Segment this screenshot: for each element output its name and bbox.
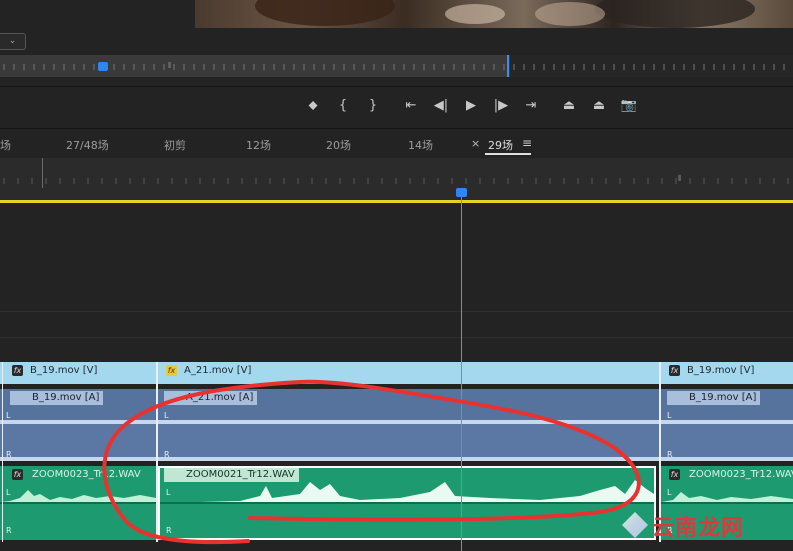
watermark: 云南龙网 [622,508,790,542]
extract-icon: ⏏ [592,97,606,113]
timeline-playhead-handle[interactable] [456,188,467,197]
mark-out-icon: } [368,97,378,113]
tab-sequence[interactable]: 27/48场 [66,137,109,153]
panel-divider [0,128,793,129]
tab-sequence[interactable]: 场 [0,137,11,153]
mark-in-icon: { [338,97,348,113]
monitor-out-point [507,55,509,77]
track-divider [0,311,793,312]
extract-button[interactable]: ⏏ [584,94,614,116]
left-channel-label: L [6,488,11,497]
video-content [535,2,605,26]
left-channel-label: L [667,411,672,420]
audio-waveform [661,420,793,424]
right-channel-label: R [6,450,12,459]
add-marker-button[interactable]: ⬥ [298,94,328,116]
tab-sequence[interactable]: 12场 [246,137,271,153]
play-icon: ▶ [466,97,476,113]
right-channel-label: R [667,450,673,459]
clip-name: A_21.mov [A] [164,391,258,405]
tab-sequence[interactable]: 20场 [326,137,351,153]
lift-icon: ⏏ [562,97,576,113]
play-button[interactable]: ▶ [456,94,486,116]
mark-in-button[interactable]: { [328,94,358,116]
audio-channel-right [0,426,156,461]
mark-out-button[interactable]: } [358,94,388,116]
clip-name: ZOOM0023_Tr12.WAV [689,469,793,480]
camera-icon: 📷 [620,97,638,113]
video-clip[interactable]: fx B_19.mov [V] [661,362,793,384]
edit-point[interactable] [2,362,3,542]
step-forward-icon: |▶ [493,97,509,113]
video-clip[interactable]: fx A_21.mov [V] [158,362,660,384]
audio-channel-right [158,426,659,461]
lift-button[interactable]: ⏏ [554,94,584,116]
audio-waveform [158,457,659,461]
audio-clip[interactable]: fx B_19.mov [A] L R [0,389,156,461]
step-back-icon: ◀| [433,97,449,113]
audio-waveform [0,420,156,424]
right-channel-label: R [166,526,172,535]
audio-waveform [158,420,659,424]
audio-clip[interactable]: fx B_19.mov [A] L R [661,389,793,461]
transport-controls: ⬥ {} ⇤ ◀| ▶ |▶ ⇥ ⏏ ⏏ 📷 [298,94,644,116]
channel-divider [0,502,156,504]
zoom-level-dropdown[interactable]: ⌄ [0,33,26,50]
edit-point[interactable] [156,362,158,542]
timeline-ruler-marker: ⦀ [678,174,682,183]
clip-name: A_21.mov [V] [184,365,252,376]
close-tab-icon[interactable]: × [471,137,480,150]
left-channel-label: L [667,488,672,497]
audio-clip[interactable]: fx A_21.mov [A] L R [158,389,659,461]
channel-divider [160,502,654,504]
monitor-playhead[interactable] [98,62,108,71]
marker-icon: ⬥ [308,97,318,113]
tab-sequence[interactable]: 初剪 [164,137,186,153]
clip-name: ZOOM0023_Tr12.WAV [32,469,141,480]
tab-sequence[interactable]: 14场 [408,137,433,153]
left-channel-label: L [6,411,11,420]
go-to-in-button[interactable]: ⇤ [396,94,426,116]
channel-divider [661,502,793,504]
audio-channel-right [661,426,793,461]
export-frame-button[interactable]: 📷 [614,94,644,116]
video-content [595,0,755,28]
clip-name: B_19.mov [A] [667,391,761,405]
timeline-playhead-line [461,197,462,551]
track-divider [0,337,793,338]
clip-name: B_19.mov [A] [10,391,104,405]
clip-name: B_19.mov [V] [687,365,755,376]
go-to-out-button[interactable]: ⇥ [516,94,546,116]
panel-divider [0,86,793,87]
go-to-in-icon: ⇤ [405,97,417,113]
watermark-logo-icon [622,512,648,538]
right-channel-label: R [6,526,12,535]
video-clip[interactable]: fx B_19.mov [V] [0,362,157,384]
tab-active-sequence[interactable]: 29场 [488,137,513,153]
clip-name: B_19.mov [V] [30,365,98,376]
video-content [255,0,395,26]
clip-name: ZOOM0021_Tr12.WAV [164,468,299,482]
left-channel-label: L [166,488,171,497]
tab-menu-icon[interactable]: ≡ [522,136,532,150]
ruler-major-tick [42,158,43,188]
work-area-bar[interactable] [0,200,793,203]
active-tab-indicator [485,153,531,155]
audio-waveform [661,457,793,461]
left-channel-label: L [164,411,169,420]
monitor-ruler-marker: ⦀ [168,61,172,70]
video-content [445,4,505,24]
audio-clip[interactable]: fx ZOOM0023_Tr12.WAV L R [0,466,156,540]
timeline-ruler-ticks [3,178,789,184]
program-monitor-frame [195,0,793,28]
monitor-ruler-ticks [3,64,785,70]
sequence-tab-bar: 场 27/48场 初剪 12场 20场 14场 29场 [0,131,793,157]
audio-clip-selected[interactable]: fx ZOOM0021_Tr12.WAV L R [158,466,656,540]
step-forward-button[interactable]: |▶ [486,94,516,116]
audio-waveform [0,457,156,461]
go-to-out-icon: ⇥ [525,97,537,113]
step-back-button[interactable]: ◀| [426,94,456,116]
watermark-text: 云南龙网 [652,516,745,541]
right-channel-label: R [164,450,170,459]
